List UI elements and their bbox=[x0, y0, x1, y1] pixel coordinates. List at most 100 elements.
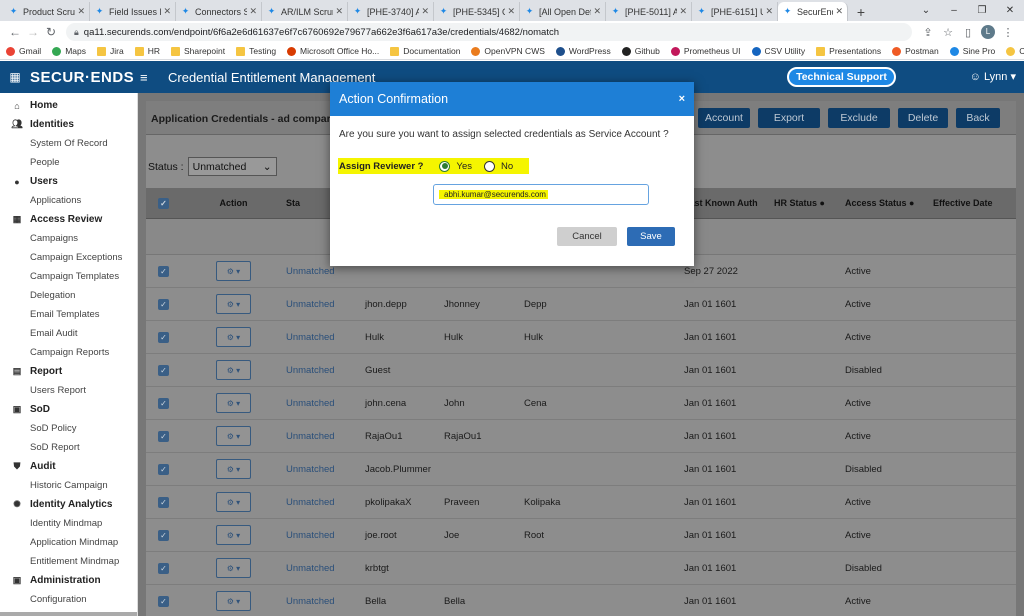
cell-status[interactable]: Unmatched bbox=[286, 299, 365, 310]
star-icon[interactable]: ☆ bbox=[938, 26, 958, 39]
bookmark-item[interactable]: Jira bbox=[97, 46, 124, 56]
browser-tab[interactable]: ✦ [PHE-6151] U ✕ bbox=[692, 2, 778, 21]
browser-tab[interactable]: ✦ Connectors Sc✕ bbox=[176, 2, 262, 21]
sidebar-section[interactable]: ● Users bbox=[0, 172, 137, 191]
account-button[interactable]: Account bbox=[698, 108, 750, 128]
sidebar-section[interactable]: ⌂ Home bbox=[0, 96, 137, 115]
sidebar-section[interactable]: ✺ Identity Analytics bbox=[0, 495, 137, 514]
cell-status[interactable]: Unmatched bbox=[286, 332, 365, 343]
browser-tab[interactable]: ✦ [PHE-5345] C ✕ bbox=[434, 2, 520, 21]
sidebar-item[interactable]: People bbox=[0, 153, 137, 172]
browser-tab[interactable]: ✦ [PHE-3740] Ac✕ bbox=[348, 2, 434, 21]
browser-tab[interactable]: ✦ [PHE-5011] A ✕ bbox=[606, 2, 692, 21]
hamburger-menu-icon[interactable]: ≡ bbox=[140, 70, 168, 85]
reload-icon[interactable]: ↻ bbox=[42, 25, 60, 39]
bookmark-item[interactable]: Github bbox=[621, 46, 660, 56]
row-checkbox[interactable]: ✓ bbox=[158, 397, 169, 409]
sidebar-item[interactable]: Campaign Exceptions bbox=[0, 248, 137, 267]
row-checkbox[interactable]: ✓ bbox=[158, 298, 169, 310]
restore-icon[interactable]: ❐ bbox=[968, 0, 996, 21]
save-button[interactable]: Save bbox=[627, 227, 675, 246]
sidebar-item[interactable]: Users Report bbox=[0, 381, 137, 400]
bookmark-item[interactable]: Sine Pro bbox=[949, 46, 995, 56]
back-icon[interactable]: ← bbox=[6, 25, 24, 39]
tab-close-icon[interactable]: ✕ bbox=[335, 6, 343, 17]
tab-close-icon[interactable]: ✕ bbox=[77, 6, 85, 17]
sidebar-item[interactable]: Application Mindmap bbox=[0, 533, 137, 552]
row-checkbox[interactable]: ✓ bbox=[158, 265, 169, 277]
status-select[interactable]: Unmatched ⌄ bbox=[187, 157, 277, 176]
browser-tab[interactable]: ✦ SecurEnds✕ bbox=[778, 2, 848, 21]
apps-grid-icon[interactable]: ▦ bbox=[0, 70, 30, 84]
bookmark-item[interactable]: Sharepoint bbox=[170, 46, 225, 56]
row-action-button[interactable]: ⚙ ▾ bbox=[216, 426, 251, 446]
row-checkbox[interactable]: ✓ bbox=[158, 496, 169, 508]
browser-tab[interactable]: ✦ [All Open Defe✕ bbox=[520, 2, 606, 21]
cell-status[interactable]: Unmatched bbox=[286, 398, 365, 409]
tab-close-icon[interactable]: ✕ bbox=[249, 6, 257, 17]
bookmark-item[interactable]: Concur bbox=[1006, 46, 1024, 56]
sidebar-item[interactable]: Historic Campaign bbox=[0, 476, 137, 495]
collapse-icon[interactable]: ⌄ bbox=[912, 0, 940, 21]
forward-icon[interactable]: → bbox=[24, 25, 42, 39]
bookmark-item[interactable]: Presentations bbox=[816, 46, 881, 56]
sidebar-section[interactable]: ▣ Administration bbox=[0, 571, 137, 590]
cell-status[interactable]: Unmatched bbox=[286, 431, 365, 442]
row-action-button[interactable]: ⚙ ▾ bbox=[216, 327, 251, 347]
row-action-button[interactable]: ⚙ ▾ bbox=[216, 525, 251, 545]
sidebar-item[interactable]: System Of Record bbox=[0, 134, 137, 153]
tab-close-icon[interactable]: ✕ bbox=[163, 6, 171, 17]
radio-no[interactable] bbox=[483, 160, 495, 172]
menu-dots-icon[interactable]: ⋮ bbox=[998, 26, 1018, 39]
cell-status[interactable]: Unmatched bbox=[286, 596, 365, 607]
tab-close-icon[interactable]: ✕ bbox=[507, 6, 515, 17]
bookmark-item[interactable]: Gmail bbox=[6, 46, 41, 56]
select-all-checkbox[interactable]: ✓ bbox=[158, 197, 169, 209]
bookmark-item[interactable]: Testing bbox=[236, 46, 276, 56]
sidebar-item[interactable]: Campaign Templates bbox=[0, 267, 137, 286]
close-icon[interactable]: ✕ bbox=[996, 0, 1024, 21]
sidebar-section[interactable]: 👥︎ Identities bbox=[0, 115, 137, 134]
sidebar-section[interactable]: ▦ Access Review bbox=[0, 210, 137, 229]
row-action-button[interactable]: ⚙ ▾ bbox=[216, 591, 251, 611]
sidebar-section[interactable]: ▣ SoD bbox=[0, 400, 137, 419]
radio-yes[interactable] bbox=[439, 160, 451, 172]
bookmark-item[interactable]: Prometheus UI bbox=[670, 46, 741, 56]
row-checkbox[interactable]: ✓ bbox=[158, 364, 169, 376]
row-action-button[interactable]: ⚙ ▾ bbox=[216, 558, 251, 578]
url-input[interactable]: 🔒︎ qa11.securends.com/endpoint/6f6a2e6d6… bbox=[66, 23, 912, 41]
row-action-button[interactable]: ⚙ ▾ bbox=[216, 492, 251, 512]
bookmark-item[interactable]: OpenVPN CWS bbox=[471, 46, 545, 56]
delete-button[interactable]: Delete bbox=[898, 108, 948, 128]
row-checkbox[interactable]: ✓ bbox=[158, 331, 169, 343]
bookmark-item[interactable]: CSV Utility bbox=[751, 46, 805, 56]
sidebar-item[interactable]: Applications bbox=[0, 191, 137, 210]
bookmark-item[interactable]: Postman bbox=[892, 46, 939, 56]
cell-status[interactable]: Unmatched bbox=[286, 365, 365, 376]
sidebar-item[interactable]: Identity Mindmap bbox=[0, 514, 137, 533]
bookmark-item[interactable]: HR bbox=[134, 46, 160, 56]
browser-tab[interactable]: ✦ Field Issues Ka✕ bbox=[90, 2, 176, 21]
row-action-button[interactable]: ⚙ ▾ bbox=[216, 360, 251, 380]
cancel-button[interactable]: Cancel bbox=[557, 227, 617, 246]
reviewer-yes-option[interactable]: Yes bbox=[439, 160, 472, 172]
share-icon[interactable]: ⇪ bbox=[918, 26, 938, 39]
close-icon[interactable]: × bbox=[679, 93, 685, 105]
reviewer-email-input[interactable]: abhi.kumar@securends.com bbox=[433, 184, 649, 205]
tab-close-icon[interactable]: ✕ bbox=[421, 6, 429, 17]
sidebar-item[interactable]: Campaign Reports bbox=[0, 343, 137, 362]
tab-close-icon[interactable]: ✕ bbox=[835, 6, 843, 17]
sidebar-item[interactable]: Email Audit bbox=[0, 324, 137, 343]
back-button[interactable]: Back bbox=[956, 108, 1000, 128]
row-checkbox[interactable]: ✓ bbox=[158, 463, 169, 475]
minimize-icon[interactable]: – bbox=[940, 0, 968, 21]
sidebar-item[interactable]: SoD Policy bbox=[0, 419, 137, 438]
tab-close-icon[interactable]: ✕ bbox=[679, 6, 687, 17]
export-button[interactable]: Export bbox=[758, 108, 820, 128]
column-header[interactable]: ✓ bbox=[146, 197, 181, 209]
profile-avatar[interactable]: L bbox=[981, 25, 995, 39]
bookmark-item[interactable]: Microsoft Office Ho... bbox=[287, 46, 379, 56]
cell-status[interactable]: Unmatched bbox=[286, 563, 365, 574]
sidebar-item[interactable]: Email Templates bbox=[0, 305, 137, 324]
user-menu[interactable]: ☺ Lynn ▾ bbox=[970, 70, 1016, 83]
